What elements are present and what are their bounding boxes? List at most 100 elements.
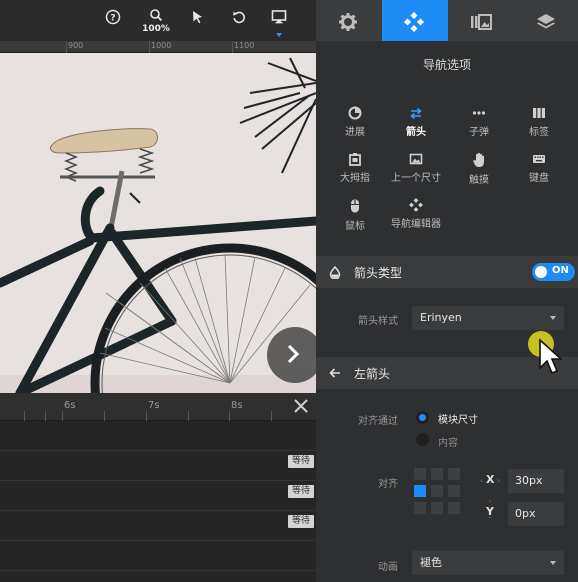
axis-right-arrow-icon: › xyxy=(497,476,501,485)
x-axis-label: X xyxy=(486,473,495,486)
align-cell[interactable] xyxy=(414,468,426,480)
timeline-row[interactable] xyxy=(0,541,316,571)
radio-label[interactable]: 模块尺寸 xyxy=(438,411,478,426)
nav-item-label: 触摸 xyxy=(469,175,489,186)
align-cell[interactable] xyxy=(431,502,443,514)
droplet-icon xyxy=(329,266,341,279)
chevron-down-icon xyxy=(550,316,556,320)
timeline-row[interactable]: 等待 xyxy=(0,451,316,481)
wait-badge[interactable]: 等待 xyxy=(287,485,314,498)
progress-icon xyxy=(348,106,362,120)
alignment-grid[interactable] xyxy=(414,468,460,514)
toggle-label: ON xyxy=(552,265,569,276)
editor-toolbar: ? 100% xyxy=(0,0,316,41)
image-icon xyxy=(409,153,423,165)
navigation-icon xyxy=(404,12,424,32)
nav-item-arrows[interactable]: 箭头 xyxy=(383,100,449,140)
nav-item-label: 大拇指 xyxy=(340,173,370,184)
arrow-style-label: 箭头样式 xyxy=(358,316,398,327)
align-by-module-size-radio[interactable] xyxy=(416,411,429,424)
tabs-icon xyxy=(533,108,545,118)
layers-icon xyxy=(537,14,555,29)
svg-text:?: ? xyxy=(110,14,115,24)
mouse-cursor-icon xyxy=(539,338,562,375)
axis-down-arrow-icon: ˇ xyxy=(488,516,492,525)
nav-item-mouse[interactable]: 鼠标 xyxy=(322,192,388,232)
nav-item-tabs[interactable]: 标签 xyxy=(506,100,572,140)
section-title: 左箭头 xyxy=(354,367,391,381)
nav-item-progress[interactable]: 进展 xyxy=(322,100,388,140)
keyboard-icon xyxy=(533,155,545,163)
arrow-type-toggle[interactable]: ON xyxy=(532,263,575,281)
arrow-style-value: Erinyen xyxy=(420,311,462,324)
zoom-level[interactable]: 100% xyxy=(142,24,170,34)
wait-badge[interactable]: 等待 xyxy=(287,455,314,468)
align-cell-selected[interactable] xyxy=(414,485,426,497)
timeline-row[interactable]: 等待 xyxy=(0,481,316,511)
align-cell[interactable] xyxy=(431,485,443,497)
tab-slides[interactable] xyxy=(448,0,514,41)
nav-item-bullets[interactable]: 子弹 xyxy=(446,100,512,140)
align-cell[interactable] xyxy=(448,485,460,497)
align-cell[interactable] xyxy=(448,468,460,480)
ruler-label: 1000 xyxy=(151,41,172,50)
align-by-label: 对齐通过 xyxy=(358,416,398,427)
radio-label[interactable]: 内容 xyxy=(438,434,458,449)
slide-canvas[interactable] xyxy=(0,53,316,393)
tab-layers[interactable] xyxy=(514,0,578,41)
align-by-content-radio[interactable] xyxy=(416,433,429,446)
tab-general-settings[interactable] xyxy=(316,0,382,41)
nav-item-touch[interactable]: 触摸 xyxy=(446,146,512,186)
panel-tab-bar xyxy=(316,0,578,41)
nav-item-label: 鼠标 xyxy=(345,221,365,232)
nav-item-label: 上一个尺寸 xyxy=(391,173,441,184)
timeline-row[interactable]: 等待 xyxy=(0,511,316,541)
select-pointer-icon[interactable] xyxy=(184,9,210,35)
undo-icon[interactable] xyxy=(226,9,252,35)
align-cell[interactable] xyxy=(431,468,443,480)
axis-left-arrow-icon: ‹ xyxy=(480,476,484,485)
chevron-right-icon xyxy=(287,344,300,364)
timeline-panel: 6s 7s 8s 等待 等待 等待 xyxy=(0,393,316,582)
timeline-ruler: 6s 7s 8s xyxy=(0,393,316,421)
align-cell[interactable] xyxy=(414,502,426,514)
device-dropdown-caret-icon[interactable] xyxy=(276,33,282,37)
close-icon[interactable] xyxy=(292,397,310,415)
timeline-second-label: 6s xyxy=(64,400,76,411)
nav-item-label: 子弹 xyxy=(469,127,489,138)
nav-item-label: 进展 xyxy=(345,127,365,138)
desktop-device-icon[interactable] xyxy=(266,9,292,35)
horizontal-ruler: 900 1000 1100 xyxy=(0,41,316,53)
wait-badge[interactable]: 等待 xyxy=(287,515,314,528)
tab-navigation[interactable] xyxy=(382,0,448,41)
section-title: 箭头类型 xyxy=(354,266,403,280)
bicycle-photo xyxy=(0,53,316,393)
animation-label: 动画 xyxy=(378,562,398,573)
nav-item-previous-size[interactable]: 上一个尺寸 xyxy=(383,146,449,186)
nav-item-thumbnails[interactable]: 大拇指 xyxy=(322,146,388,186)
align-cell[interactable] xyxy=(448,502,460,514)
nav-item-label: 导航编辑器 xyxy=(391,219,441,230)
arrow-style-select[interactable]: Erinyen xyxy=(412,306,564,330)
bullets-icon xyxy=(472,111,486,115)
toggle-knob xyxy=(535,266,547,278)
slider-next-arrow-button[interactable] xyxy=(267,327,316,383)
help-icon[interactable]: ? xyxy=(100,9,126,35)
slides-icon xyxy=(471,14,492,30)
nav-item-nav-editor[interactable]: 导航编辑器 xyxy=(383,192,449,232)
ruler-label: 900 xyxy=(68,41,84,50)
y-offset-input[interactable]: 0px xyxy=(508,502,564,526)
nav-item-label: 键盘 xyxy=(529,173,549,184)
x-offset-input[interactable]: 30px xyxy=(508,469,564,493)
arrows-icon xyxy=(410,107,422,120)
timeline-row[interactable] xyxy=(0,421,316,451)
timeline-second-label: 8s xyxy=(231,400,243,411)
animation-value: 褪色 xyxy=(420,556,442,569)
back-arrow-icon[interactable] xyxy=(329,367,341,379)
mouse-icon xyxy=(351,199,359,213)
panel-title: 导航选项 xyxy=(422,58,471,72)
arrow-type-section-header[interactable]: 箭头类型 ON xyxy=(316,256,578,288)
nav-item-keyboard[interactable]: 键盘 xyxy=(506,146,572,186)
animation-select[interactable]: 褪色 xyxy=(412,551,564,575)
chevron-down-icon xyxy=(550,561,556,565)
